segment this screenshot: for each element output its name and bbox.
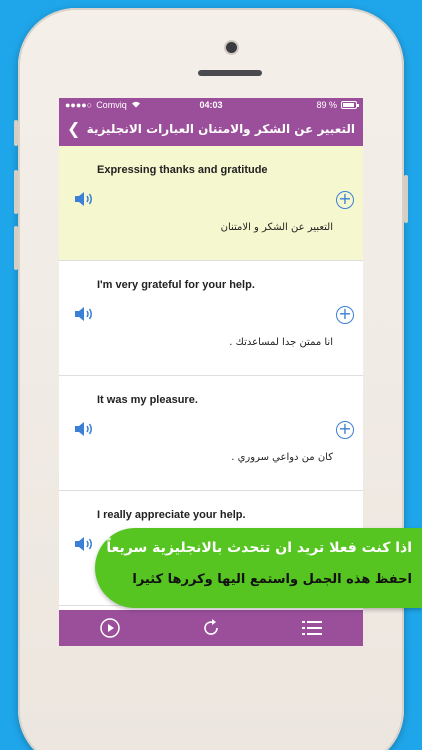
volume-down-button bbox=[14, 226, 18, 270]
banner-subline: احفظ هذه الجمل واستمع اليها وكررها كثيرا bbox=[132, 572, 412, 587]
earpiece-speaker bbox=[198, 70, 262, 76]
navigation-bar: ❮ التعبير عن الشكر والامتنان العبارات ال… bbox=[59, 112, 363, 146]
add-favorite-icon[interactable]: + bbox=[336, 306, 354, 324]
arabic-translation: كان من دواعي سروري . bbox=[231, 452, 333, 463]
wifi-icon bbox=[131, 100, 141, 110]
add-favorite-icon[interactable]: + bbox=[336, 421, 354, 439]
add-favorite-icon[interactable]: + bbox=[336, 191, 354, 209]
english-phrase: I'm very grateful for your help. bbox=[97, 279, 255, 291]
banner-headline: اذا كنت فعلا تريد ان تتحدث بالانجليزية س… bbox=[106, 540, 412, 556]
english-phrase: It was my pleasure. bbox=[97, 394, 198, 406]
list-item[interactable]: I'm very grateful for your help. + انا م… bbox=[59, 261, 363, 376]
list-item[interactable]: Expressing thanks and gratitude + التعبي… bbox=[59, 146, 363, 261]
speaker-icon[interactable] bbox=[73, 304, 95, 324]
chevron-left-icon[interactable]: ❮ bbox=[67, 121, 80, 137]
signal-icon: ●●●●○ bbox=[65, 100, 93, 110]
english-phrase: Expressing thanks and gratitude bbox=[97, 164, 268, 176]
arabic-translation: التعبير عن الشكر و الامتنان bbox=[220, 222, 333, 233]
english-phrase: I really appreciate your help. bbox=[97, 509, 246, 521]
repeat-icon[interactable] bbox=[198, 617, 224, 639]
battery-icon bbox=[341, 101, 359, 109]
power-button bbox=[404, 175, 408, 223]
carrier-label: Comviq bbox=[96, 100, 127, 110]
volume-up-button bbox=[14, 170, 18, 214]
speaker-icon[interactable] bbox=[73, 534, 95, 554]
page-title: التعبير عن الشكر والامتنان العبارات الان… bbox=[86, 122, 355, 136]
speaker-icon[interactable] bbox=[73, 419, 95, 439]
battery-label: 89 % bbox=[316, 100, 337, 110]
camera bbox=[226, 42, 237, 53]
list-icon[interactable] bbox=[299, 617, 325, 639]
list-item[interactable]: It was my pleasure. + كان من دواعي سروري… bbox=[59, 376, 363, 491]
status-bar: ●●●●○ Comviq 04:03 89 % bbox=[59, 98, 363, 112]
mute-switch bbox=[14, 120, 18, 146]
play-icon[interactable] bbox=[97, 617, 123, 639]
speaker-icon[interactable] bbox=[73, 189, 95, 209]
promo-banner: اذا كنت فعلا تريد ان تتحدث بالانجليزية س… bbox=[95, 528, 422, 608]
bottom-toolbar bbox=[59, 610, 363, 646]
arabic-translation: انا ممتن جدا لمساعدتك . bbox=[229, 337, 333, 348]
